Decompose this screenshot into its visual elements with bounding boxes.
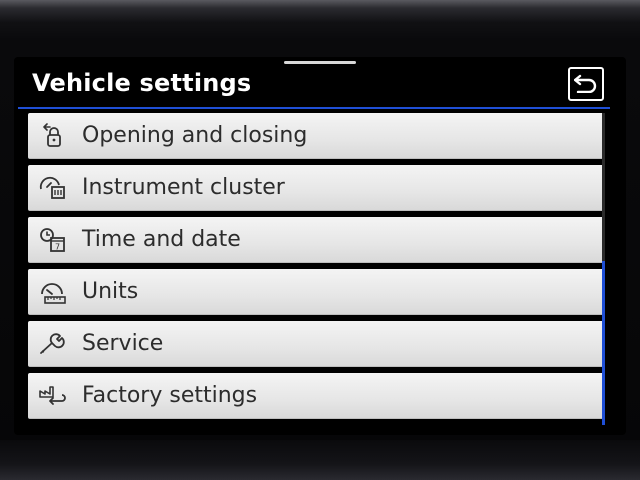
menu-item-instrument-cluster[interactable]: Instrument cluster: [28, 165, 604, 211]
pull-down-handle[interactable]: [284, 61, 356, 64]
infotainment-screen: Vehicle settings Opening and closing Ins…: [14, 57, 626, 435]
clock-calendar-icon: 7: [38, 225, 68, 255]
menu-item-factory-settings[interactable]: Factory settings: [28, 373, 604, 419]
scrollbar-thumb[interactable]: [602, 261, 605, 425]
gauge-display-icon: [38, 173, 68, 203]
svg-text:7: 7: [55, 242, 60, 251]
menu-item-label: Instrument cluster: [82, 175, 285, 200]
menu-item-label: Opening and closing: [82, 123, 308, 148]
menu-item-units[interactable]: Units: [28, 269, 604, 315]
menu-item-time-date[interactable]: 7 Time and date: [28, 217, 604, 263]
menu-item-opening-closing[interactable]: Opening and closing: [28, 113, 604, 159]
factory-reset-icon: [38, 381, 68, 411]
header-divider: [18, 107, 610, 109]
bezel-bottom: [0, 440, 640, 480]
speedometer-ruler-icon: [38, 277, 68, 307]
back-arrow-icon: [573, 71, 598, 97]
door-lock-icon: [38, 121, 68, 151]
menu-item-label: Time and date: [82, 227, 241, 252]
menu-item-label: Service: [82, 331, 164, 356]
header: Vehicle settings: [14, 65, 626, 107]
bezel-top-edge: [0, 0, 640, 22]
menu-item-label: Factory settings: [82, 383, 258, 408]
menu-item-label: Units: [82, 279, 139, 304]
back-button[interactable]: [568, 67, 604, 101]
settings-list: Opening and closing Instrument cluster 7…: [28, 113, 606, 425]
wrench-icon: [38, 329, 68, 359]
menu-item-service[interactable]: Service: [28, 321, 604, 367]
page-title: Vehicle settings: [32, 69, 252, 97]
